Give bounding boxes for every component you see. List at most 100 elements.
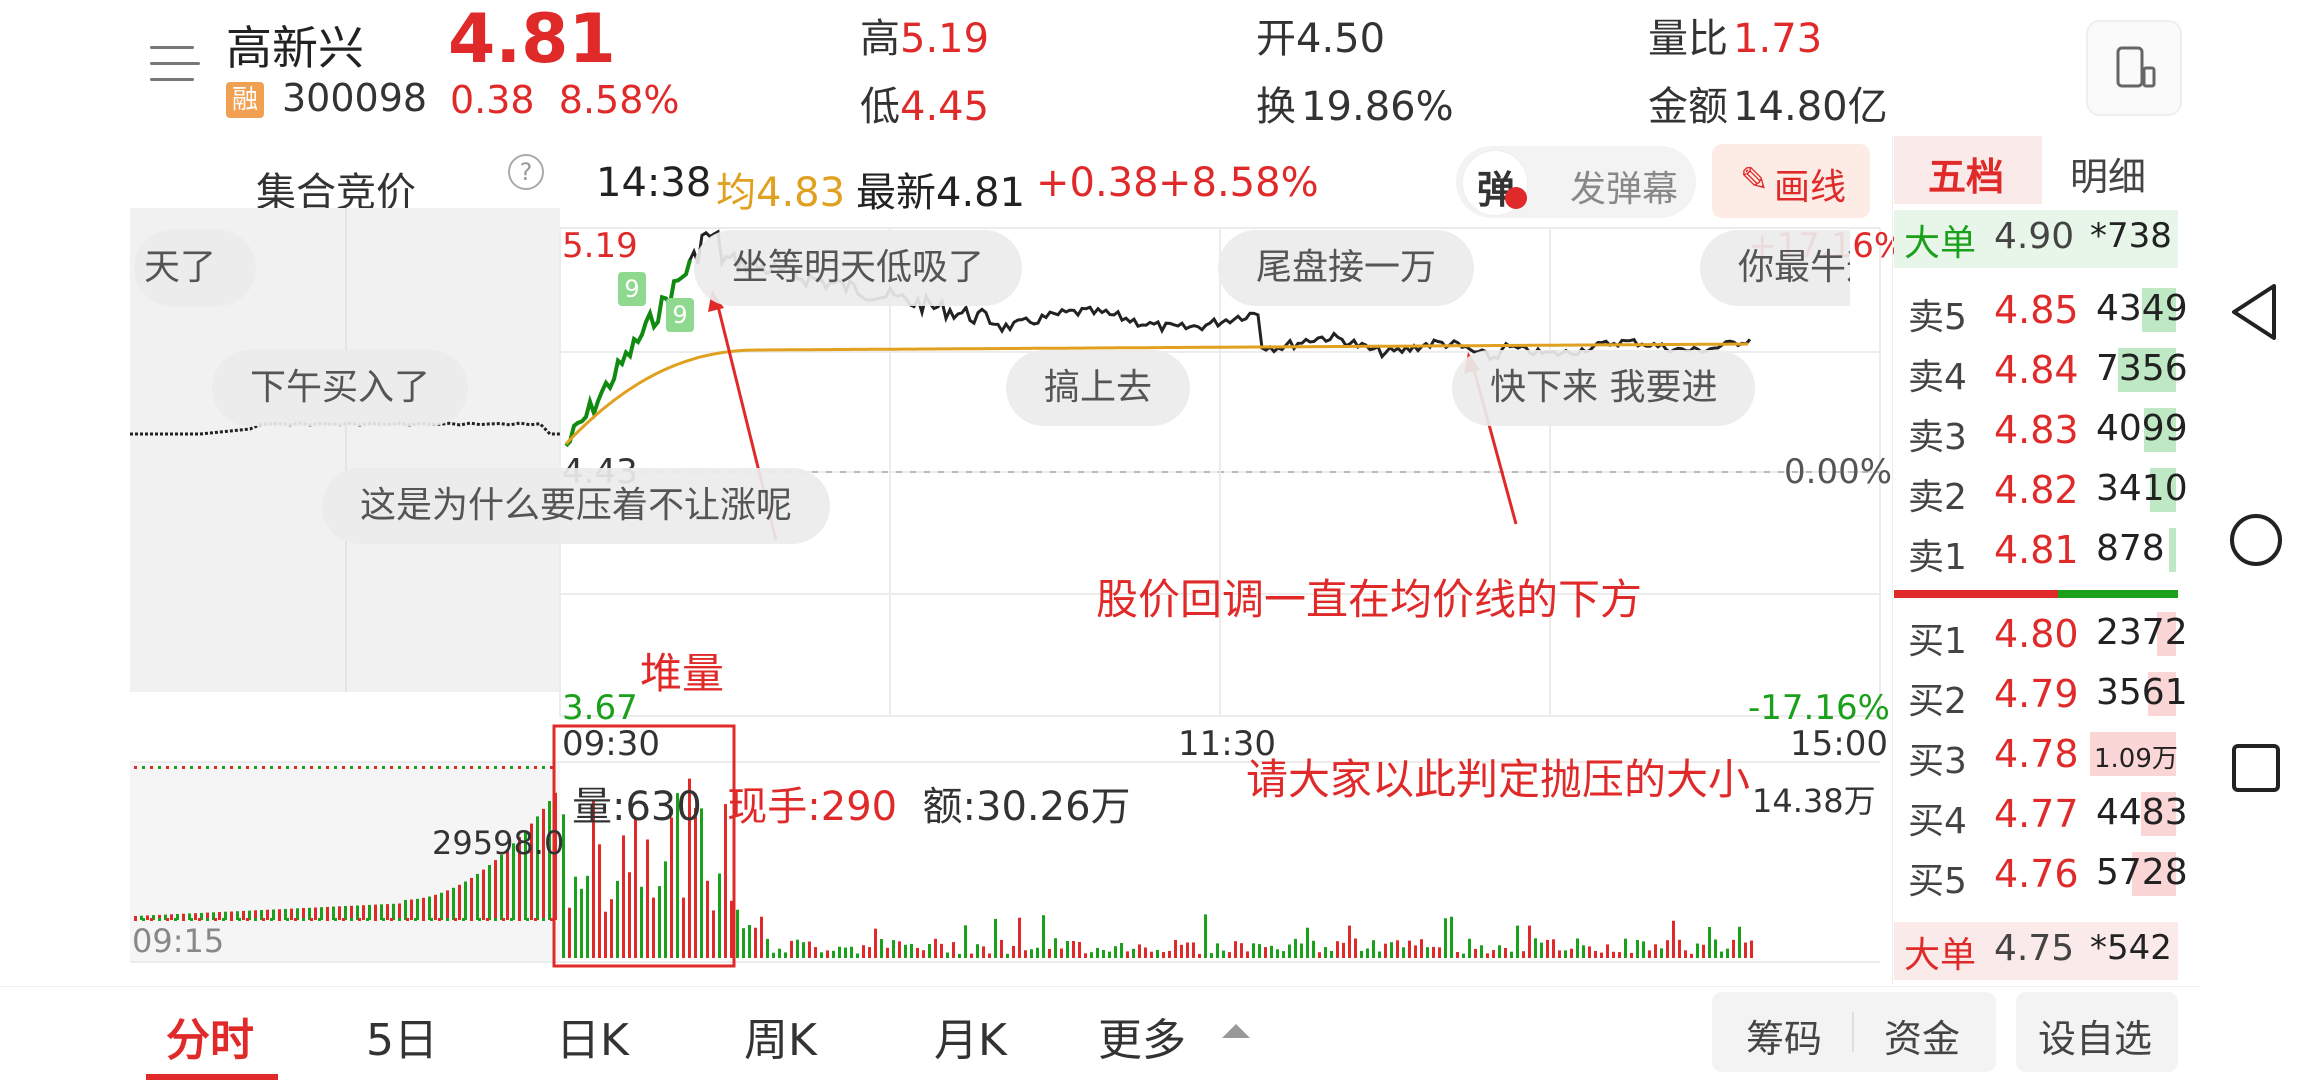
volume-bar: [1576, 938, 1579, 958]
volume-bar: [1726, 948, 1729, 958]
volume-bar: [1654, 944, 1657, 958]
row-price: 4.79: [1994, 672, 2079, 716]
volume-bar: [434, 894, 437, 920]
volume-bar: [1528, 925, 1531, 958]
phone-screen-button[interactable]: [2086, 20, 2182, 116]
tab-more[interactable]: 更多: [1098, 1004, 1186, 1068]
volume-bar: [368, 904, 371, 920]
row-volume: 2372: [2096, 612, 2188, 653]
tab-daily-k[interactable]: 日K: [556, 1004, 629, 1068]
row-volume: 5728: [2096, 852, 2188, 893]
volume-info-hand: 现手:290: [727, 784, 898, 830]
tab-weekly-k[interactable]: 周K: [744, 1004, 817, 1068]
volume-bar: [1012, 945, 1015, 958]
chart-canvas[interactable]: [0, 0, 1900, 1000]
funds-button[interactable]: 资金: [1884, 1008, 1960, 1063]
auction-marker: [518, 918, 521, 921]
auction-marker: [454, 918, 457, 921]
add-watch-button[interactable]: 设自选: [2016, 992, 2178, 1072]
volume-bar: [380, 904, 383, 920]
auction-marker: [326, 918, 329, 921]
volume-bar: [1396, 940, 1399, 958]
auction-marker: [366, 766, 369, 769]
ask-row[interactable]: 卖4 4.84 7356: [1894, 340, 2188, 398]
volume-bar: [976, 944, 979, 958]
volume-bar: [1276, 949, 1279, 958]
tab-5day[interactable]: 5日: [366, 1004, 438, 1068]
auction-marker: [310, 766, 313, 769]
volume-bar: [266, 909, 269, 920]
auction-marker: [366, 918, 369, 921]
auction-marker: [534, 766, 537, 769]
volume-bar: [1738, 926, 1741, 958]
volume-bar: [622, 835, 625, 958]
volume-bar: [1468, 938, 1471, 958]
volume-bar: [1384, 943, 1387, 958]
volume-bar: [1084, 953, 1087, 958]
volume-bar: [922, 950, 925, 958]
ask-row[interactable]: 卖2 4.82 3410: [1894, 460, 2188, 518]
tab-intraday[interactable]: 分时: [166, 1004, 254, 1068]
tab-detail[interactable]: 明细: [2070, 146, 2146, 201]
tab-monthly-k[interactable]: 月K: [934, 1004, 1007, 1068]
signal-marker: 9: [666, 298, 694, 332]
auction-marker: [534, 918, 537, 921]
volume-bar: [1036, 947, 1039, 958]
auction-marker: [246, 918, 249, 921]
volume-bar: [892, 940, 895, 958]
auction-marker: [310, 918, 313, 921]
bid-row[interactable]: 买1 4.80 2372: [1894, 604, 2188, 662]
caret-up-icon[interactable]: [1222, 1024, 1250, 1038]
volume-bar: [706, 880, 709, 958]
time-end-label: 15:00: [1790, 724, 1888, 764]
volume-bar: [1132, 948, 1135, 958]
bid-row[interactable]: 买5 4.76 5728: [1894, 844, 2188, 902]
volume-bar: [1306, 927, 1309, 958]
row-label: 买5: [1908, 861, 1967, 902]
ask-row[interactable]: 卖5 4.85 4349: [1894, 280, 2188, 338]
bid-row[interactable]: 买3 4.78 1.09万: [1894, 724, 2178, 782]
volume-bar: [1480, 945, 1483, 958]
tab-five-level[interactable]: 五档: [1894, 136, 2042, 204]
pct-mid-label: 0.00%: [1784, 452, 1893, 492]
volume-bar: [838, 946, 841, 958]
volume-bar: [886, 947, 889, 958]
auction-marker: [318, 918, 321, 921]
row-volume: 1.09万: [2094, 744, 2178, 774]
back-icon[interactable]: [2224, 280, 2288, 344]
volume-bar: [1336, 941, 1339, 958]
volume-bar: [1462, 953, 1465, 958]
auction-marker: [526, 766, 529, 769]
auction-marker: [294, 918, 297, 921]
volume-bar: [494, 860, 497, 920]
volume-bar: [362, 905, 365, 920]
auction-marker: [438, 766, 441, 769]
volume-bar: [940, 943, 943, 958]
bid-row[interactable]: 买2 4.79 3561: [1894, 664, 2188, 722]
volume-bar: [1240, 943, 1243, 958]
auction-marker: [494, 766, 497, 769]
auction-marker: [350, 766, 353, 769]
bid-row[interactable]: 买4 4.77 4483: [1894, 784, 2188, 842]
volume-bar: [754, 927, 757, 958]
recents-icon[interactable]: [2224, 736, 2288, 800]
auction-marker: [174, 918, 177, 921]
volume-bar: [784, 952, 787, 958]
volume-info-amount: 额:30.26万: [922, 784, 1131, 830]
volume-bar: [1198, 953, 1201, 958]
auction-marker: [454, 766, 457, 769]
volume-bar: [1204, 914, 1207, 958]
chips-button[interactable]: 筹码: [1746, 1008, 1822, 1063]
ask-row[interactable]: 卖1 4.81 878: [1894, 520, 2178, 578]
auction-marker: [270, 918, 273, 921]
volume-bar: [1708, 927, 1711, 958]
ask-row[interactable]: 卖3 4.83 4099: [1894, 400, 2188, 458]
volume-bar: [452, 887, 455, 920]
volume-bar: [1498, 945, 1501, 958]
auction-marker: [462, 766, 465, 769]
volume-bar: [1540, 942, 1543, 958]
volume-bar: [1420, 939, 1423, 958]
home-icon[interactable]: [2224, 508, 2288, 572]
volume-bar: [1714, 939, 1717, 958]
auction-marker: [406, 766, 409, 769]
